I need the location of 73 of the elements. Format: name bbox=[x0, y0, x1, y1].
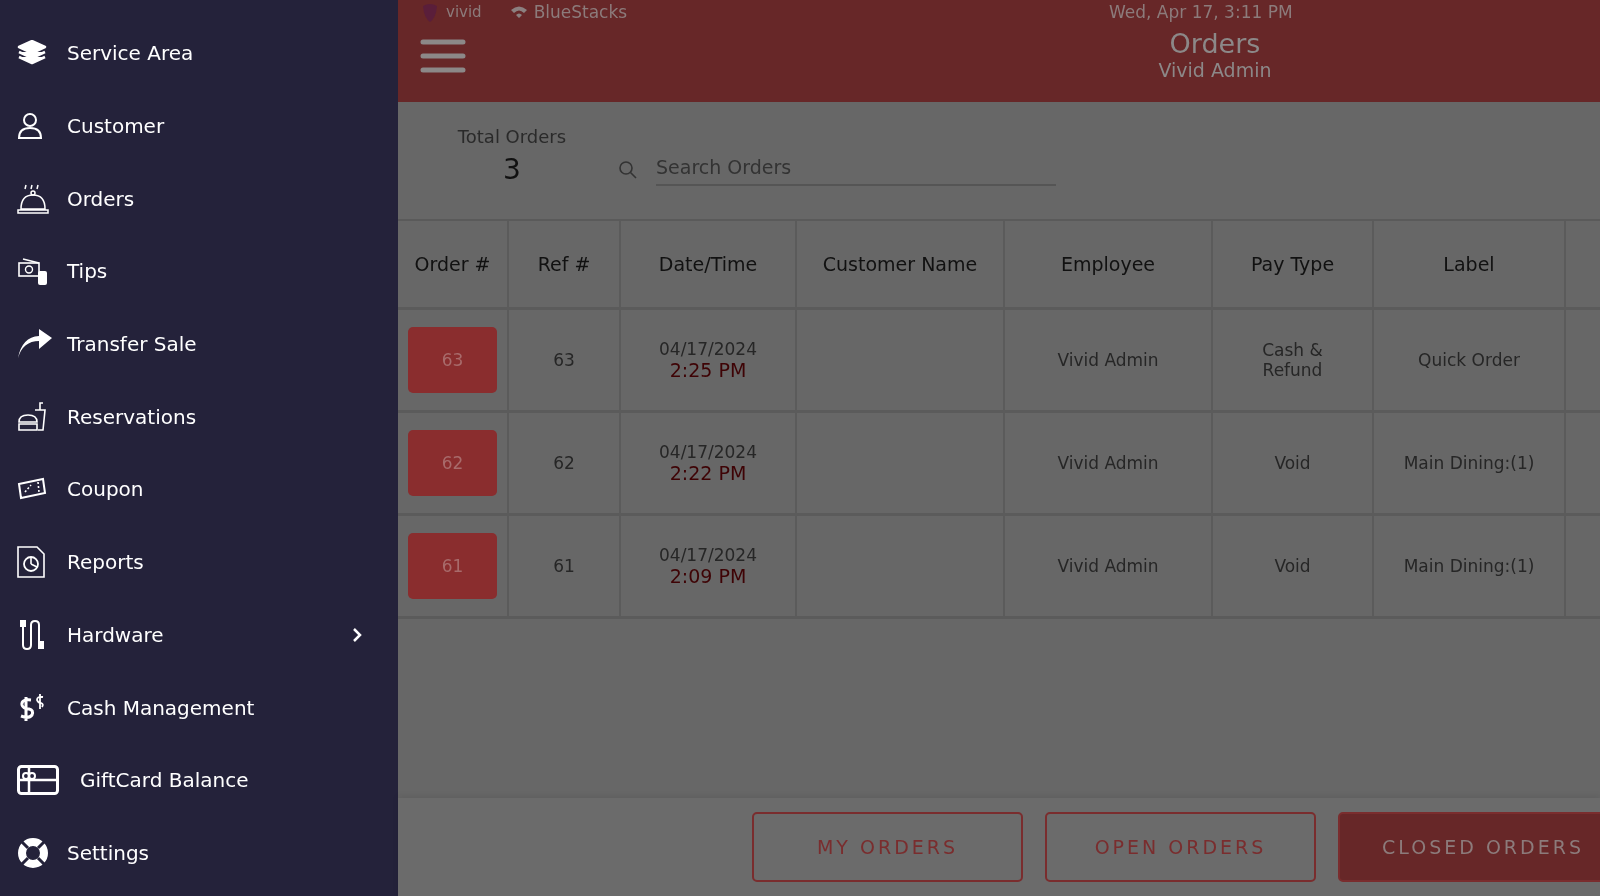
table-cell: Vivid Admin bbox=[1057, 556, 1159, 576]
table-cell: 63 bbox=[553, 350, 575, 370]
coupon-icon bbox=[17, 477, 47, 502]
table-cell-text: Cash & Refund bbox=[1261, 340, 1324, 380]
network-name: BlueStacks bbox=[533, 2, 628, 22]
food-cloche-icon bbox=[17, 182, 49, 215]
sidebar-item-label: Service Area bbox=[67, 41, 195, 66]
table-cell: Quick Order bbox=[1418, 350, 1520, 370]
curved-arrow-icon bbox=[17, 329, 53, 360]
table-cell: Void bbox=[1274, 453, 1311, 473]
report-chart-icon bbox=[17, 546, 45, 579]
dollar-icon bbox=[17, 693, 45, 722]
chevron-right-icon bbox=[352, 626, 362, 643]
sidebar-item-label: Reports bbox=[67, 550, 145, 575]
column-header: Pay Type bbox=[1213, 221, 1374, 307]
gift-card-icon bbox=[17, 765, 59, 796]
column-header: Date/Time bbox=[621, 221, 797, 307]
sidebar-item[interactable]: Reports bbox=[0, 525, 398, 599]
column-header: Ref # bbox=[509, 221, 621, 307]
menu-button[interactable] bbox=[420, 38, 466, 74]
table-cell: Void bbox=[1274, 556, 1311, 576]
table-cell: 61 bbox=[553, 556, 575, 576]
page-title: Orders bbox=[1169, 28, 1261, 59]
search-icon bbox=[618, 160, 638, 180]
order-time: 2:09 PM bbox=[669, 565, 747, 587]
order-time: 2:22 PM bbox=[669, 462, 747, 484]
person-icon bbox=[17, 112, 43, 141]
lifebuoy-icon bbox=[17, 836, 49, 869]
cable-icon bbox=[17, 618, 47, 651]
sidebar-item-label: Cash Management bbox=[67, 695, 256, 720]
table-cell: Main Dining:(1) bbox=[1403, 453, 1535, 473]
sidebar-item[interactable]: Transfer Sale bbox=[0, 307, 398, 381]
order-date: 04/17/2024 bbox=[659, 442, 757, 462]
menu-icon bbox=[420, 38, 466, 74]
table-cell: 62 bbox=[553, 453, 575, 473]
sidebar-item-label: Customer bbox=[67, 114, 166, 139]
sidebar-item-label: Reservations bbox=[67, 404, 198, 429]
burger-drink-icon bbox=[17, 401, 47, 432]
table-cell: Vivid Admin bbox=[1057, 350, 1159, 370]
sidebar-item[interactable]: Reservations bbox=[0, 380, 398, 454]
order-date: 04/17/2024 bbox=[659, 339, 757, 359]
sidebar-item-label: Transfer Sale bbox=[67, 332, 198, 357]
sidebar-item[interactable]: Tips bbox=[0, 235, 398, 308]
sidebar-item[interactable]: Cash Management bbox=[0, 671, 398, 744]
sidebar-item[interactable]: Service Area bbox=[0, 17, 398, 90]
sidebar-item-label: Hardware bbox=[67, 622, 165, 647]
column-header: Order # bbox=[398, 221, 509, 307]
total-orders-label: Total Orders bbox=[457, 126, 567, 147]
sidebar-item[interactable]: Customer bbox=[0, 89, 398, 163]
app-name: vivid bbox=[446, 3, 482, 21]
sidebar-item[interactable]: Orders bbox=[0, 162, 398, 236]
wifi-icon bbox=[509, 5, 528, 19]
status-datetime: Wed, Apr 17, 3:11 PM bbox=[1109, 2, 1293, 22]
layers-icon bbox=[17, 40, 47, 67]
sidebar-item[interactable]: Coupon bbox=[0, 453, 398, 526]
column-header: Customer Name bbox=[797, 221, 1005, 307]
column-header: Employee bbox=[1005, 221, 1213, 307]
total-orders-value: 3 bbox=[503, 153, 521, 186]
sidebar-item[interactable]: GiftCard Balance bbox=[0, 743, 398, 817]
sidebar-item-label: Tips bbox=[67, 259, 109, 284]
sidebar-item-label: GiftCard Balance bbox=[80, 768, 250, 793]
sidebar-item[interactable]: Settings bbox=[0, 816, 398, 890]
user-name: Vivid Admin bbox=[1158, 59, 1272, 81]
table-cell: Main Dining:(1) bbox=[1403, 556, 1535, 576]
order-time: 2:25 PM bbox=[669, 359, 747, 381]
order-date: 04/17/2024 bbox=[659, 545, 757, 565]
money-coins-icon bbox=[17, 255, 49, 288]
sidebar-item[interactable]: Hardware bbox=[0, 598, 398, 672]
column-header: Label bbox=[1374, 221, 1566, 307]
sidebar-item-label: Settings bbox=[67, 840, 151, 865]
sidebar-item-label: Coupon bbox=[67, 477, 145, 502]
sidebar-item-label: Orders bbox=[67, 186, 136, 211]
table-cell: Vivid Admin bbox=[1057, 453, 1159, 473]
